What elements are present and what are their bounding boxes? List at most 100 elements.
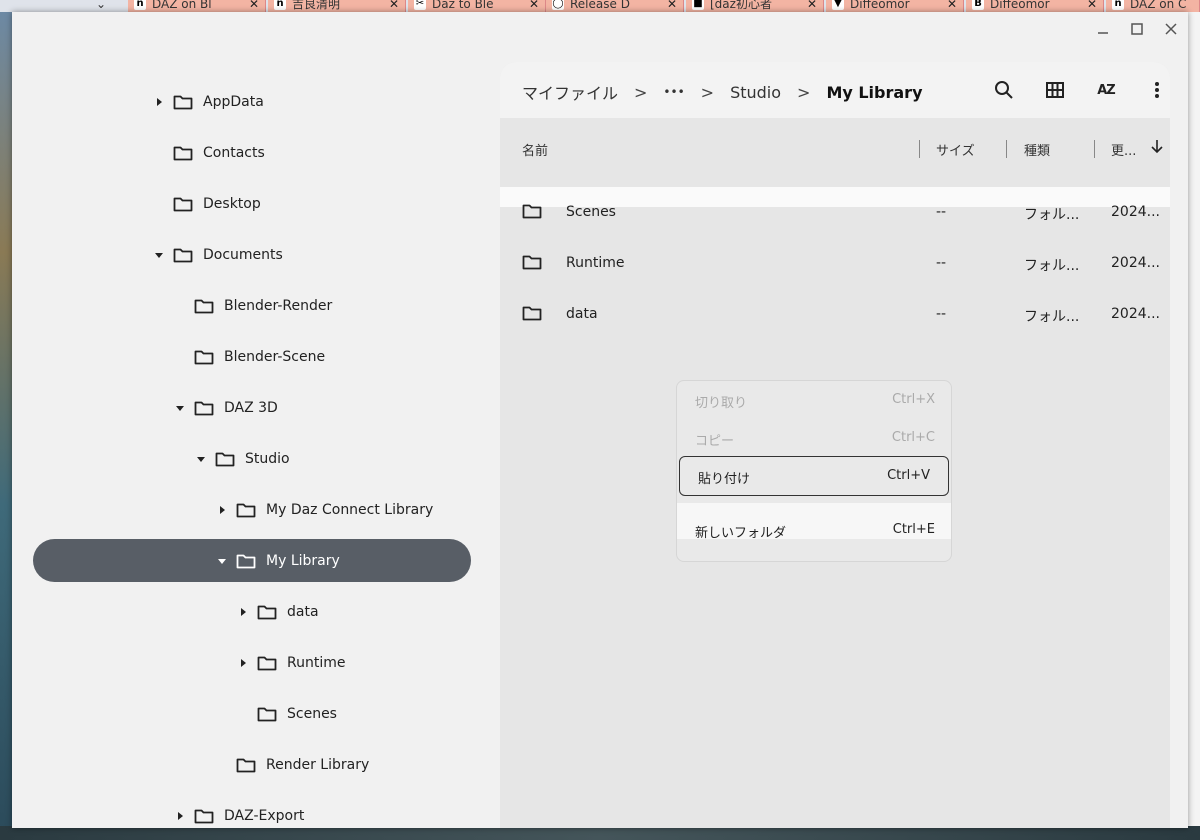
menu-item-label: コピー	[695, 434, 735, 449]
tab-favicon-icon: B	[972, 0, 984, 10]
close-button[interactable]	[1159, 18, 1183, 40]
tree-item-daz-export[interactable]: DAZ-Export	[174, 794, 304, 837]
browser-tab[interactable]: n DAZ on C	[1106, 0, 1200, 12]
tree-item-label: Render Library	[266, 756, 370, 773]
tab-close-icon[interactable]: ✕	[249, 0, 259, 11]
tree-item-data[interactable]: data	[237, 590, 319, 633]
grid-view-button[interactable]	[1043, 78, 1067, 102]
tab-close-icon[interactable]: ✕	[1087, 0, 1097, 11]
tree-item-appdata[interactable]: AppData	[153, 80, 264, 123]
tree-item-daz-3d[interactable]: DAZ 3D	[174, 386, 278, 429]
tree-item-label: Blender-Render	[224, 297, 333, 314]
column-header-modified[interactable]: 更...	[1111, 140, 1136, 159]
tab-title: Diffeomor	[990, 0, 1050, 11]
folder-icon	[194, 349, 214, 365]
column-divider[interactable]	[919, 140, 920, 158]
folder-icon	[173, 196, 193, 212]
context-menu-item-new-folder[interactable]: 新しいフォルダ Ctrl+E	[677, 511, 951, 551]
caret-down-icon[interactable]	[174, 402, 186, 414]
column-header-size[interactable]: サイズ	[936, 140, 975, 159]
breadcrumb-root[interactable]: マイファイル	[522, 80, 618, 104]
minimize-button[interactable]	[1091, 18, 1115, 40]
file-row[interactable]: Scenes -- フォル... 2024...	[500, 187, 1170, 238]
browser-tab[interactable]: n DAZ on Bl ✕	[128, 0, 266, 12]
tree-item-render-library[interactable]: Render Library	[216, 743, 369, 786]
column-header-kind[interactable]: 種類	[1024, 140, 1050, 159]
tree-item-label: Scenes	[287, 705, 337, 722]
browser-tab[interactable]: ✂ Daz to Ble ✕	[408, 0, 546, 12]
browser-tab[interactable]: ■ [daz初心者 ✕	[686, 0, 824, 12]
menu-item-shortcut: Ctrl+C	[891, 430, 935, 445]
file-modified: 2024...	[1111, 306, 1160, 322]
tree-item-label: Studio	[245, 450, 290, 467]
menu-item-label: 切り取り	[695, 396, 748, 411]
breadcrumb-parent[interactable]: Studio	[730, 83, 781, 102]
menu-item-shortcut: Ctrl+E	[892, 522, 935, 537]
tree-item-label: DAZ-Export	[224, 807, 305, 824]
tab-close-icon[interactable]: ✕	[807, 0, 817, 11]
caret-right-icon[interactable]	[174, 810, 186, 822]
folder-icon	[236, 553, 256, 569]
file-name: Scenes	[566, 204, 616, 220]
context-menu-item-paste[interactable]: 貼り付け Ctrl+V	[679, 456, 949, 496]
tree-item-blender-scene[interactable]: Blender-Scene	[174, 335, 325, 378]
tab-close-icon[interactable]: ✕	[389, 0, 399, 11]
tree-item-desktop[interactable]: Desktop	[153, 182, 261, 225]
tab-close-icon[interactable]: ✕	[947, 0, 957, 11]
tab-close-icon[interactable]: ✕	[529, 0, 539, 11]
file-kind: フォル...	[1024, 258, 1080, 274]
maximize-button[interactable]	[1125, 18, 1149, 40]
browser-tab[interactable]: ▼ Diffeomor ✕	[826, 0, 964, 12]
tree-item-studio[interactable]: Studio	[195, 437, 290, 480]
column-divider[interactable]	[1094, 140, 1095, 158]
tree-item-blender-render[interactable]: Blender-Render	[174, 284, 332, 327]
file-row[interactable]: data -- フォル... 2024...	[500, 289, 1170, 340]
file-kind: フォル...	[1024, 309, 1080, 325]
column-divider[interactable]	[1006, 140, 1007, 158]
tab-favicon-icon: n	[1112, 0, 1124, 10]
toolbar: マイファイル > ••• > Studio > My Library AZ	[500, 62, 1170, 118]
tree-item-label: Runtime	[287, 654, 346, 671]
sort-button[interactable]: AZ	[1094, 78, 1118, 102]
folder-icon	[257, 655, 277, 671]
close-icon	[1165, 23, 1177, 35]
caret-down-icon[interactable]	[153, 249, 165, 261]
caret-right-icon[interactable]	[216, 504, 228, 516]
minimize-icon	[1098, 32, 1108, 34]
caret-down-icon[interactable]	[216, 555, 228, 567]
folder-icon	[236, 757, 256, 773]
tree-item-my-library[interactable]: My Library	[33, 539, 471, 582]
folder-icon	[173, 94, 193, 110]
caret-right-icon[interactable]	[237, 657, 249, 669]
browser-tab[interactable]: n 吉良清明 ✕	[268, 0, 406, 12]
breadcrumb-more-button[interactable]: •••	[663, 85, 684, 99]
tab-title: DAZ on C	[1130, 0, 1187, 11]
file-size: --	[936, 255, 947, 271]
folder-icon	[194, 298, 214, 314]
caret-down-icon[interactable]	[195, 453, 207, 465]
tree-item-documents[interactable]: Documents	[153, 233, 283, 276]
caret-right-icon[interactable]	[153, 96, 165, 108]
breadcrumb-current: My Library	[826, 82, 923, 102]
sort-descending-arrow-icon[interactable]	[1150, 138, 1164, 154]
column-header-name[interactable]: 名前	[522, 140, 548, 159]
breadcrumb-separator: >	[700, 82, 715, 102]
more-options-button[interactable]	[1145, 78, 1169, 102]
menu-item-shortcut: Ctrl+V	[887, 468, 930, 483]
tree-item-contacts[interactable]: Contacts	[153, 131, 265, 174]
tab-title: Daz to Ble	[432, 0, 494, 11]
file-row[interactable]: Runtime -- フォル... 2024...	[500, 238, 1170, 289]
tree-item-label: data	[287, 603, 319, 620]
caret-right-icon[interactable]	[237, 606, 249, 618]
tab-favicon-icon: ◯	[552, 0, 564, 10]
tab-close-icon[interactable]: ✕	[667, 0, 677, 11]
tree-item-label: DAZ 3D	[224, 399, 278, 416]
menu-item-label: 貼り付け	[698, 472, 751, 487]
search-button[interactable]	[992, 78, 1016, 102]
tree-item-scenes[interactable]: Scenes	[237, 692, 337, 735]
tab-list-button[interactable]: ⌄	[90, 0, 120, 12]
browser-tab[interactable]: B Diffeomor ✕	[966, 0, 1104, 12]
browser-tab[interactable]: ◯ Release D ✕	[546, 0, 684, 12]
tree-item-runtime[interactable]: Runtime	[237, 641, 345, 684]
tree-item-my-daz-connect-library[interactable]: My Daz Connect Library	[216, 488, 433, 531]
